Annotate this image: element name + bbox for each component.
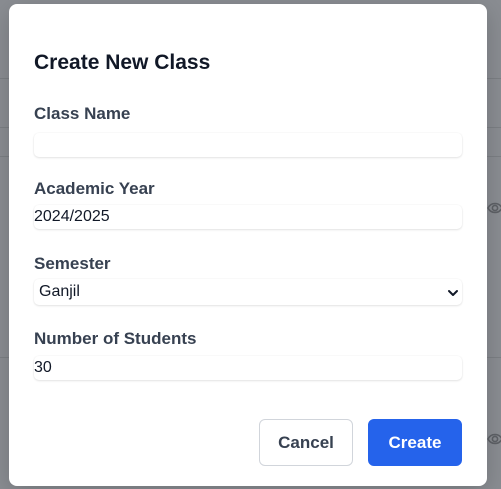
cancel-button[interactable]: Cancel (259, 419, 353, 466)
eye-icon (487, 198, 501, 218)
students-label: Number of Students (34, 329, 197, 348)
semester-select[interactable]: Ganjil (34, 279, 462, 305)
chevron-down-icon (447, 286, 459, 298)
class-name-input[interactable] (34, 133, 462, 157)
class-name-label: Class Name (34, 104, 131, 123)
create-class-modal: Create New Class Class Name Academic Yea… (9, 4, 487, 486)
academic-year-label: Academic Year (34, 179, 155, 198)
create-button[interactable]: Create (368, 419, 462, 466)
students-input[interactable] (34, 356, 462, 380)
academic-year-input[interactable] (34, 205, 462, 229)
modal-title: Create New Class (34, 51, 211, 74)
semester-label: Semester (34, 254, 111, 273)
eye-icon (487, 429, 501, 449)
semester-selected-value: Ganjil (39, 283, 80, 300)
